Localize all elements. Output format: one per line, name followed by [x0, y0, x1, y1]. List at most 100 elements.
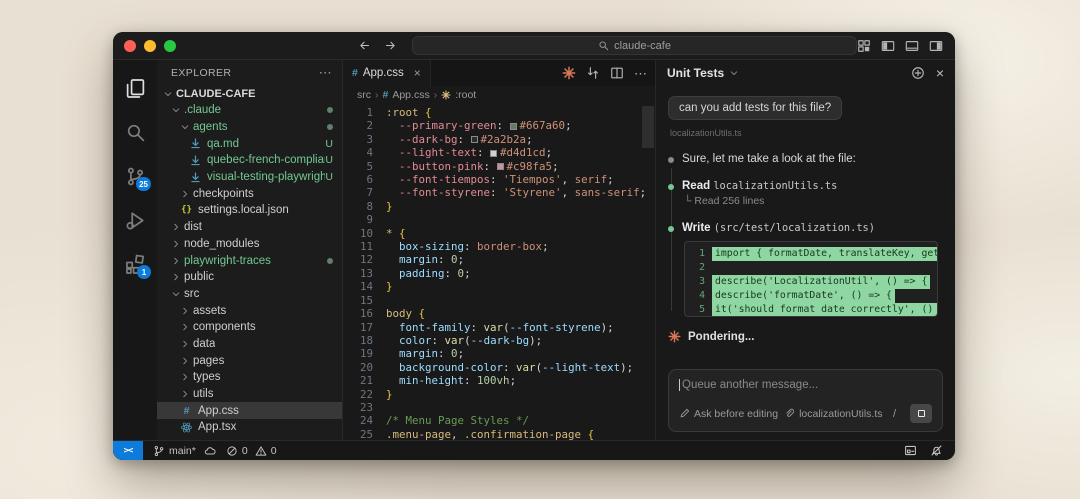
code-line[interactable]: 25.menu-page, .confirmation-page { — [343, 428, 655, 440]
tree-item-utils[interactable]: utils — [157, 386, 342, 403]
tree-root[interactable]: CLAUDE-CAFE — [157, 85, 342, 102]
tree-item-qa-md[interactable]: qa.mdU — [157, 135, 342, 152]
back-icon[interactable] — [358, 39, 371, 52]
tree-item-agents[interactable]: agents — [157, 119, 342, 136]
code-line[interactable]: 16body { — [343, 307, 655, 320]
code-line[interactable]: 23 — [343, 401, 655, 414]
toggle-secondary-sidebar-icon[interactable] — [929, 39, 943, 53]
tree-item-assets[interactable]: assets — [157, 302, 342, 319]
code-line[interactable]: 2 --primary-green: #667a60; — [343, 119, 655, 132]
notifications-muted-icon[interactable] — [930, 444, 943, 457]
write-tool-step[interactable]: Write (src/test/localization.ts) 1import… — [668, 222, 943, 317]
code-line[interactable]: 21 min-height: 100vh; — [343, 374, 655, 387]
code-line[interactable]: 6 --font-tiempos: 'Tiempos', serif; — [343, 173, 655, 186]
toggle-sidebar-icon[interactable] — [881, 39, 895, 53]
slash-command-hint[interactable]: / — [893, 408, 896, 420]
forward-icon[interactable] — [384, 39, 397, 52]
code-line[interactable]: 15 — [343, 294, 655, 307]
minimize-window-button[interactable] — [144, 40, 156, 52]
zoom-window-button[interactable] — [164, 40, 176, 52]
problems-item[interactable]: 0 0 — [226, 445, 277, 457]
code-line[interactable]: 10* { — [343, 227, 655, 240]
claude-spark-icon[interactable] — [562, 66, 576, 80]
editor-scrollbar[interactable] — [642, 106, 654, 148]
tree-item-pages[interactable]: pages — [157, 352, 342, 369]
tree-item-types[interactable]: types — [157, 369, 342, 386]
code-line[interactable]: 8} — [343, 200, 655, 213]
ports-icon[interactable] — [904, 444, 917, 457]
code-line[interactable]: 11 box-sizing: border-box; — [343, 240, 655, 253]
code-line[interactable]: 13 padding: 0; — [343, 267, 655, 280]
tree-item-src[interactable]: src — [157, 286, 342, 303]
breadcrumb-file[interactable]: App.css — [392, 89, 429, 101]
close-window-button[interactable] — [124, 40, 136, 52]
activitybar-source-control[interactable]: 25 — [113, 154, 157, 198]
branch-item[interactable]: main* — [153, 445, 216, 457]
stop-button[interactable] — [910, 404, 932, 423]
more-actions-icon[interactable]: ⋯ — [319, 65, 332, 81]
tree-item-node-modules[interactable]: node_modules — [157, 236, 342, 253]
tree-item-dist[interactable]: dist — [157, 219, 342, 236]
chat-input[interactable]: Queue another message... Ask before edit… — [668, 369, 943, 432]
sync-cloud-icon[interactable] — [204, 445, 216, 457]
layout-controls — [857, 39, 943, 53]
md-file-icon — [189, 171, 202, 184]
diff-code-block[interactable]: 1import { formatDate, translateKey, getC… — [684, 241, 938, 317]
breadcrumb-folder[interactable]: src — [357, 89, 371, 101]
css-rule-symbol-icon — [441, 90, 451, 100]
toggle-panel-icon[interactable] — [905, 39, 919, 53]
git-modified-dot — [327, 258, 333, 264]
code-line[interactable]: 19 margin: 0; — [343, 347, 655, 360]
diff-icon[interactable] — [586, 66, 600, 80]
tree-item-app-tsx[interactable]: App.tsx — [157, 419, 342, 436]
read-tool-step[interactable]: Read localizationUtils.ts └ Read 256 lin… — [668, 180, 943, 207]
tree-item-playwright-traces[interactable]: playwright-traces — [157, 252, 342, 269]
activitybar-search[interactable] — [113, 110, 157, 154]
code-line[interactable]: 14} — [343, 280, 655, 293]
activitybar-run-debug[interactable] — [113, 198, 157, 242]
code-line[interactable]: 4 --light-text: #d4d1cd; — [343, 146, 655, 159]
edit-mode-option[interactable]: Ask before editing — [679, 408, 778, 420]
code-editor[interactable]: 1:root {2 --primary-green: #667a60;3 --d… — [343, 104, 655, 440]
code-line[interactable]: 5 --button-pink: #c98fa5; — [343, 160, 655, 173]
code-line[interactable]: 17 font-family: var(--font-styrene); — [343, 321, 655, 334]
close-tab-icon[interactable]: × — [414, 66, 421, 80]
close-panel-icon[interactable]: × — [936, 66, 944, 80]
code-line[interactable]: 12 margin: 0; — [343, 253, 655, 266]
code-line[interactable]: 9 — [343, 213, 655, 226]
tree-item-visual-testing-playwright[interactable]: visual-testing-playwright...U — [157, 169, 342, 186]
split-editor-icon[interactable] — [610, 66, 624, 80]
chevron-down-icon[interactable] — [729, 68, 739, 78]
remote-indicator[interactable]: >< — [113, 441, 143, 460]
code-line[interactable]: 24/* Menu Page Styles */ — [343, 414, 655, 427]
assistant-text: Sure, let me take a look at the file: — [682, 153, 856, 165]
tab-app-css[interactable]: # App.css × — [343, 60, 431, 86]
activitybar-explorer[interactable] — [113, 66, 157, 110]
code-line[interactable]: 22} — [343, 388, 655, 401]
tree-item-app-css[interactable]: #App.css — [157, 402, 342, 419]
breadcrumb-symbol[interactable]: :root — [455, 89, 476, 101]
tree-item-settings-local-json[interactable]: {}settings.local.json — [157, 202, 342, 219]
workbench: 25 1 EXPLORER ⋯ CLAUDE-CAFE — [113, 60, 955, 440]
more-actions-icon[interactable]: ⋯ — [634, 67, 647, 80]
tree-item-quebec-french-complian[interactable]: quebec-french-complian...U — [157, 152, 342, 169]
status-line: Pondering... — [668, 330, 943, 343]
vscode-window: claude-cafe 25 — [113, 32, 955, 460]
tree-item-data[interactable]: data — [157, 336, 342, 353]
command-center-search[interactable]: claude-cafe — [412, 36, 857, 55]
tree-item-components[interactable]: components — [157, 319, 342, 336]
new-chat-icon[interactable] — [911, 66, 925, 80]
chevron-down-icon — [180, 122, 190, 132]
code-line[interactable]: 1:root { — [343, 106, 655, 119]
code-line[interactable]: 20 background-color: var(--light-text); — [343, 361, 655, 374]
tree-item-claude[interactable]: .claude — [157, 102, 342, 119]
customize-layout-icon[interactable] — [857, 39, 871, 53]
code-line[interactable]: 7 --font-styrene: 'Styrene', sans-serif; — [343, 186, 655, 199]
tree-item-checkpoints[interactable]: checkpoints — [157, 185, 342, 202]
code-line[interactable]: 3 --dark-bg: #2a2b2a; — [343, 133, 655, 146]
code-line[interactable]: 18 color: var(--dark-bg); — [343, 334, 655, 347]
attached-file-option[interactable]: localizationUtils.ts — [784, 408, 882, 420]
tree-item-public[interactable]: public — [157, 269, 342, 286]
breadcrumb[interactable]: src › # App.css › :root — [343, 86, 655, 104]
activitybar-extensions[interactable]: 1 — [113, 242, 157, 286]
